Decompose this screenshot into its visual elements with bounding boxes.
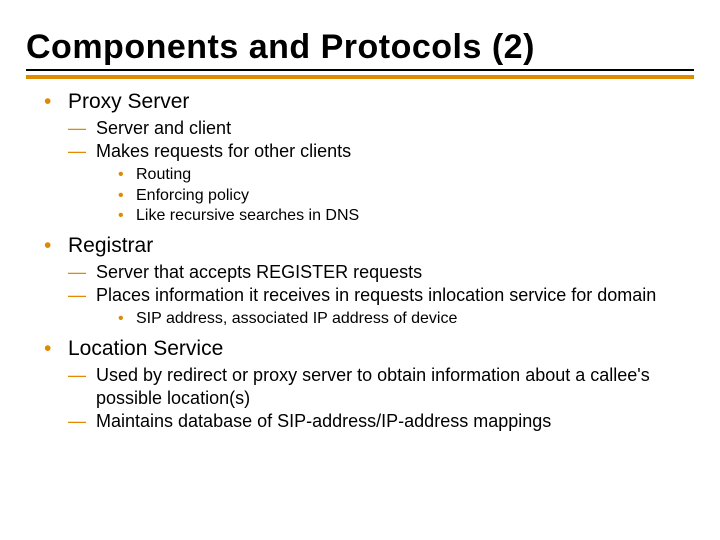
section-location-service: Location Service Used by redirect or pro… (26, 336, 694, 433)
section-heading: Proxy Server (68, 90, 189, 113)
list-item-text: Server that accepts REGISTER requests (96, 262, 422, 282)
list-item: Server and client (68, 117, 694, 140)
list-item-text: SIP address, associated IP address of de… (136, 310, 457, 327)
title-underline (26, 75, 694, 79)
sub-list: Used by redirect or proxy server to obta… (68, 364, 694, 433)
list-item-text: Used by redirect or proxy server to obta… (96, 365, 650, 408)
slide-title: Components and Protocols (2) (26, 28, 694, 71)
sub-list: Server and client Makes requests for oth… (68, 117, 694, 226)
list-item-text: Routing (136, 166, 191, 183)
section-heading: Location Service (68, 337, 223, 360)
slide: Components and Protocols (2) Proxy Serve… (0, 0, 720, 540)
section-registrar: Registrar Server that accepts REGISTER r… (26, 233, 694, 330)
list-item-text: Server and client (96, 118, 231, 138)
list-item: Routing (96, 165, 694, 185)
list-item: Like recursive searches in DNS (96, 206, 694, 226)
list-item-text: Maintains database of SIP-address/IP-add… (96, 411, 551, 431)
list-item: Maintains database of SIP-address/IP-add… (68, 410, 694, 433)
list-item: Enforcing policy (96, 186, 694, 206)
list-item-text: Like recursive searches in DNS (136, 207, 359, 224)
section-proxy-server: Proxy Server Server and client Makes req… (26, 89, 694, 227)
list-item: Places information it receives in reques… (68, 284, 694, 330)
sub-sub-list: SIP address, associated IP address of de… (96, 309, 694, 329)
list-item: SIP address, associated IP address of de… (96, 309, 694, 329)
list-item: Used by redirect or proxy server to obta… (68, 364, 694, 410)
sub-list: Server that accepts REGISTER requests Pl… (68, 261, 694, 330)
list-item: Server that accepts REGISTER requests (68, 261, 694, 284)
sub-sub-list: Routing Enforcing policy Like recursive … (96, 165, 694, 226)
top-list: Proxy Server Server and client Makes req… (26, 89, 694, 433)
section-heading: Registrar (68, 234, 153, 257)
list-item-text: Enforcing policy (136, 187, 249, 204)
list-item: Makes requests for other clients Routing… (68, 140, 694, 226)
list-item-text: Makes requests for other clients (96, 141, 351, 161)
list-item-text: Places information it receives in reques… (96, 285, 656, 305)
